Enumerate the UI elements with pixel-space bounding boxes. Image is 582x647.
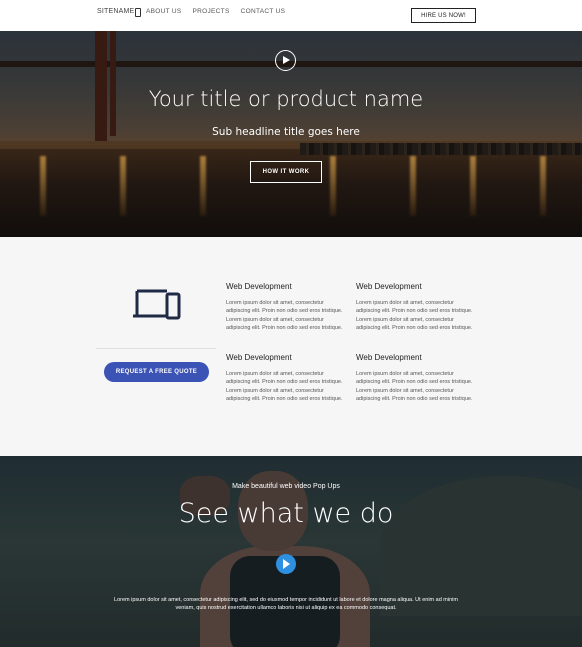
services-divider <box>96 348 216 349</box>
video-description: Lorem ipsum dolor sit amet, consectetur … <box>114 597 458 611</box>
service-text: Lorem ipsum dolor sit amet, consectetur … <box>226 300 343 331</box>
top-navbar: SITENAME ABOUT US PROJECTS CONTACT US HI… <box>0 0 582 31</box>
service-title: Web Development <box>226 353 292 362</box>
service-item: Web Development Lorem ipsum dolor sit am… <box>356 353 478 403</box>
service-text: Lorem ipsum dolor sit amet, consectetur … <box>226 371 343 402</box>
request-quote-button[interactable]: REQUEST A FREE QUOTE <box>104 362 209 382</box>
hero-subtitle: Sub headline title goes here <box>212 126 360 138</box>
service-title: Web Development <box>356 282 422 291</box>
nav-links: ABOUT US PROJECTS CONTACT US <box>146 8 285 15</box>
site-logo[interactable]: SITENAME <box>97 8 142 17</box>
hero-section: Your title or product name Sub headline … <box>0 31 582 237</box>
service-title: Web Development <box>356 353 422 362</box>
service-item: Web Development Lorem ipsum dolor sit am… <box>226 353 348 403</box>
nav-about-us-link[interactable]: ABOUT US <box>146 8 182 15</box>
tablet-icon <box>135 8 142 17</box>
play-button-icon[interactable] <box>276 554 296 574</box>
hire-us-button[interactable]: HIRE US NOW! <box>411 8 476 23</box>
video-kicker: Make beautiful web video Pop Ups <box>232 483 340 490</box>
devices-icon <box>133 289 181 320</box>
sitename-label: SITENAME <box>97 8 135 15</box>
nav-projects-link[interactable]: PROJECTS <box>193 8 230 15</box>
service-title: Web Development <box>226 282 292 291</box>
hero-title: Your title or product name <box>148 87 424 111</box>
video-title: See what we do <box>178 498 394 529</box>
services-section: REQUEST A FREE QUOTE Web Development Lor… <box>0 237 582 456</box>
video-section: Make beautiful web video Pop Ups See wha… <box>0 456 582 647</box>
service-item: Web Development Lorem ipsum dolor sit am… <box>226 282 348 332</box>
play-circle-icon[interactable] <box>275 50 296 71</box>
service-item: Web Development Lorem ipsum dolor sit am… <box>356 282 478 332</box>
service-text: Lorem ipsum dolor sit amet, consectetur … <box>356 371 473 402</box>
nav-contact-us-link[interactable]: CONTACT US <box>241 8 286 15</box>
service-text: Lorem ipsum dolor sit amet, consectetur … <box>356 300 473 331</box>
how-it-work-button[interactable]: HOW IT WORK <box>250 161 322 183</box>
